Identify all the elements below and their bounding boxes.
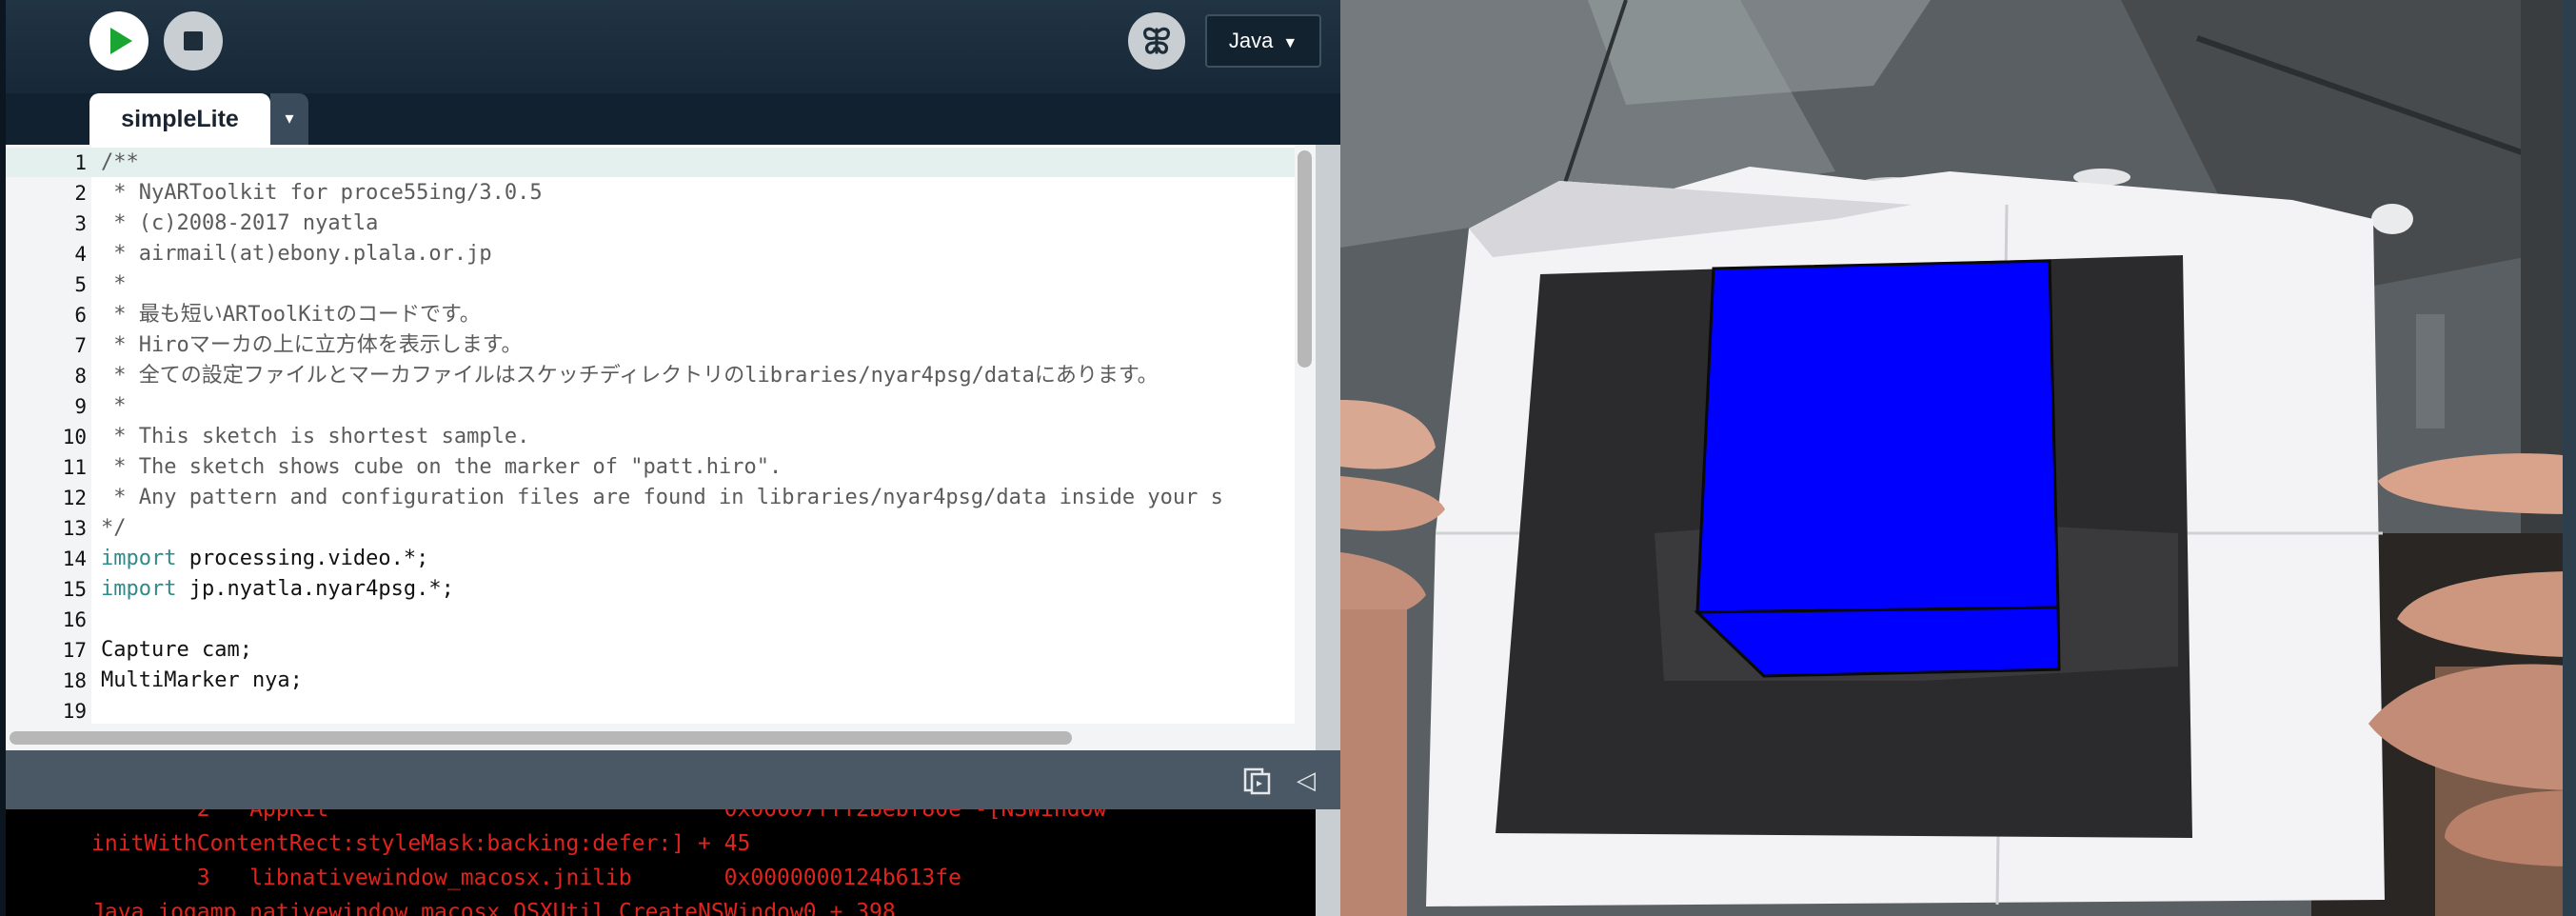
code-text: processing.video.*;	[176, 547, 429, 570]
cube-front-face	[1695, 259, 2060, 614]
line-number: 6	[74, 304, 87, 327]
code-line: *	[101, 272, 127, 296]
code-line: import jp.nyatla.nyar4psg.*;	[101, 574, 454, 605]
console-line: 2 AppKit 0x00007fff2bebf80e -[NSWindow	[91, 809, 1107, 822]
code-line: MultiMarker nya;	[101, 668, 303, 692]
code-line: /**	[101, 150, 139, 174]
sketch-camera-window	[1340, 0, 2576, 916]
copy-icon	[1243, 767, 1271, 795]
debugger-button[interactable]	[1128, 12, 1185, 70]
vertical-scrollbar-thumb[interactable]	[1298, 150, 1312, 368]
stop-button[interactable]	[164, 11, 223, 70]
code-line: * NyARToolkit for proce55ing/3.0.5	[101, 181, 543, 205]
code-line: * Hiroマーカの上に立方体を表示します。	[101, 333, 523, 357]
line-number: 14	[62, 548, 87, 570]
line-number: 15	[62, 578, 87, 601]
keyword: import	[101, 547, 177, 570]
triangle-left-icon: ◁	[1297, 767, 1316, 795]
camera-feed	[1340, 0, 2576, 916]
chevron-down-icon: ▼	[1282, 35, 1298, 51]
code-line: * The sketch shows cube on the marker of…	[101, 455, 783, 479]
console-header	[6, 750, 1340, 809]
code-text: jp.nyatla.nyar4psg.*;	[176, 577, 454, 601]
line-number: 19	[62, 700, 87, 723]
line-number: 16	[62, 608, 87, 631]
line-number: 13	[62, 517, 87, 540]
window-edge-right	[2563, 0, 2576, 916]
current-line-highlight	[6, 148, 1316, 177]
code-line: * 全ての設定ファイルとマーカファイルはスケッチディレクトリのlibraries…	[101, 364, 1159, 388]
collapse-console-button[interactable]: ◁	[1297, 765, 1325, 797]
butterfly-icon	[1143, 27, 1170, 54]
code-line: * This sketch is shortest sample.	[101, 425, 530, 448]
code-line: * (c)2008-2017 nyatla	[101, 211, 379, 235]
line-number: 7	[74, 334, 87, 357]
tab-menu-button[interactable]: ▾	[270, 93, 308, 145]
line-number: 17	[62, 639, 87, 662]
line-number: 8	[74, 365, 87, 388]
code-line: * 最も短いARToolKitのコードです。	[101, 303, 481, 327]
console-line: initWithContentRect:styleMask:backing:de…	[91, 831, 751, 856]
code-editor[interactable]: 1 /** 2 * NyARToolkit for proce55ing/3.0.5…	[6, 145, 1316, 724]
line-number: 12	[62, 487, 87, 509]
run-button[interactable]	[89, 11, 149, 70]
code-line: Capture cam;	[101, 638, 252, 662]
processing-editor-window: Java ▼ simpleLite ▾ 1 /** 2 * NyARToolkit f…	[0, 0, 1340, 916]
line-number: 5	[74, 273, 87, 296]
mode-selector[interactable]: Java ▼	[1205, 14, 1321, 68]
tab-simplelite[interactable]: simpleLite	[89, 93, 270, 145]
code-line: * airmail(at)ebony.plala.or.jp	[101, 242, 492, 266]
mode-label: Java	[1228, 29, 1274, 52]
line-number: 11	[62, 456, 87, 479]
code-line: */	[101, 516, 127, 540]
code-line: *	[101, 394, 127, 418]
code-line: * Any pattern and configuration files ar…	[101, 486, 1223, 509]
line-number: 4	[74, 243, 87, 266]
horizontal-scrollbar-thumb[interactable]	[10, 731, 1072, 745]
console-line: 3 libnativewindow_macosx.jnilib 0x000000…	[91, 866, 961, 890]
line-number: 3	[74, 212, 87, 235]
line-number: 9	[74, 395, 87, 418]
copy-console-button[interactable]	[1241, 765, 1274, 797]
code-line: import processing.video.*;	[101, 544, 428, 574]
keyword: import	[101, 577, 177, 601]
line-number: 2	[74, 182, 87, 205]
console-line: Java_jogamp_nativewindow_macosx_OSXUtil_…	[91, 900, 896, 916]
toolbar: Java ▼	[6, 0, 1340, 93]
stop-icon	[184, 31, 203, 50]
line-number: 1	[74, 151, 87, 174]
line-number: 10	[62, 426, 87, 448]
line-number: 18	[62, 669, 87, 692]
play-icon	[110, 28, 132, 54]
console-output: 2 AppKit 0x00007fff2bebf80e -[NSWindow in…	[6, 809, 1316, 916]
